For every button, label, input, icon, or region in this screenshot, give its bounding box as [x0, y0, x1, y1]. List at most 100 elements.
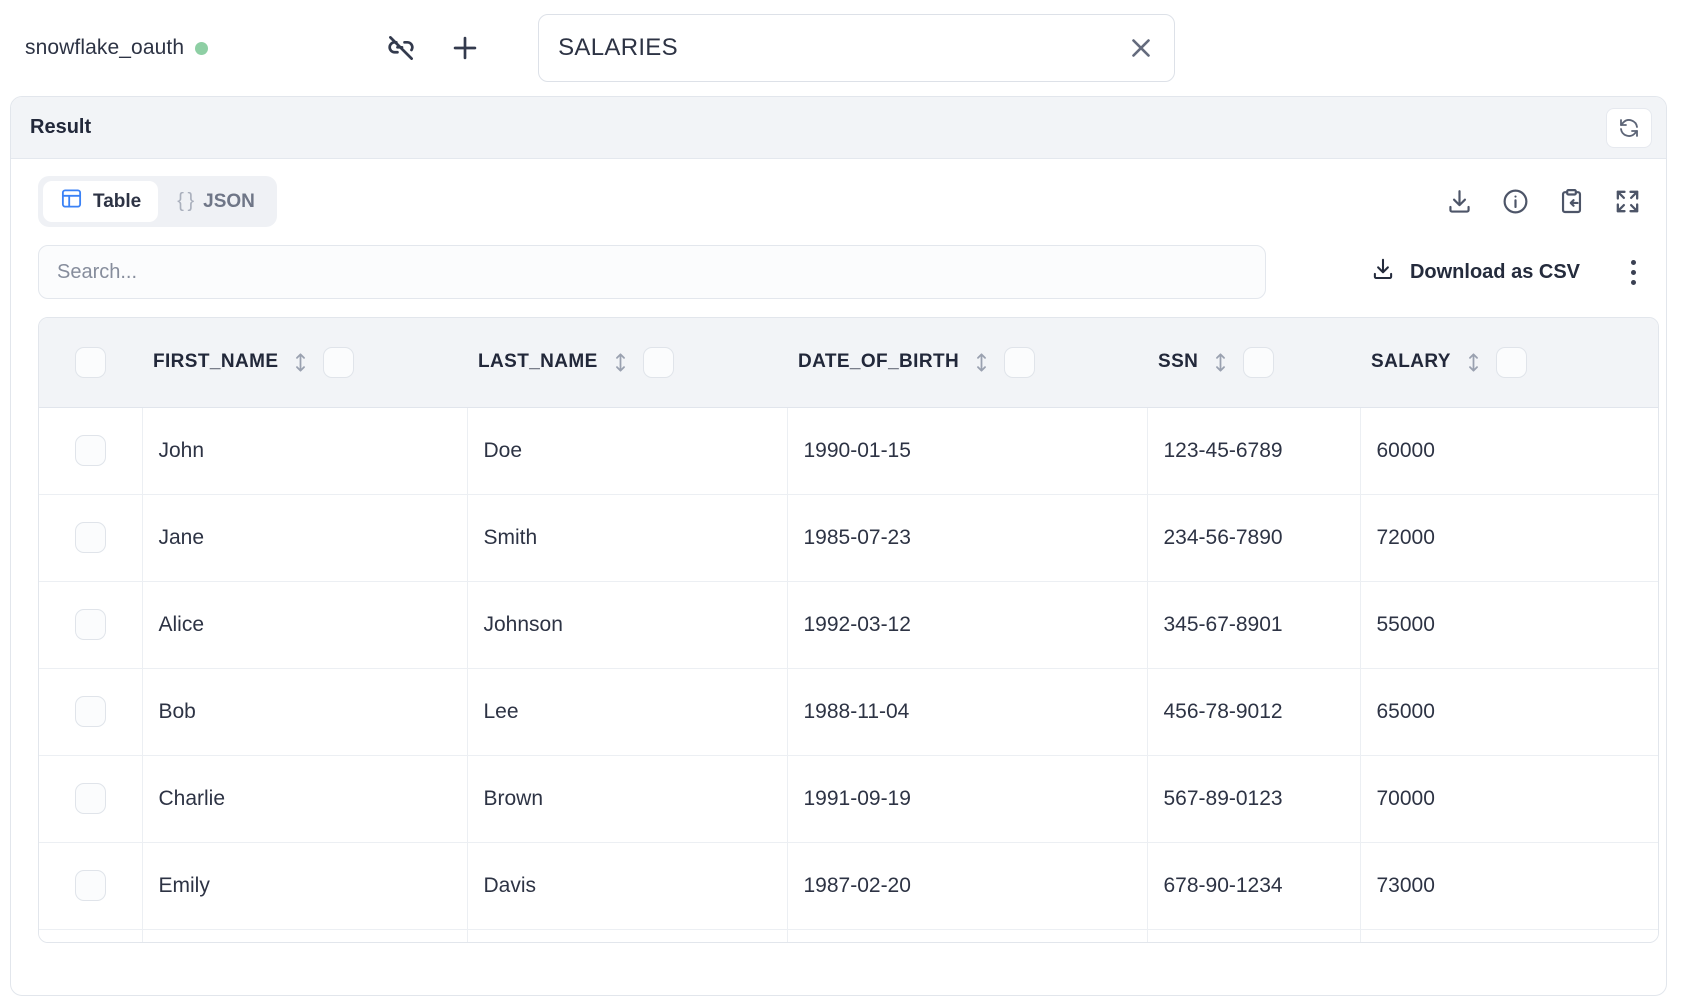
column-label: SALARY [1371, 351, 1451, 373]
column-label: FIRST_NAME [153, 351, 278, 373]
row-checkbox[interactable] [75, 696, 106, 727]
tab-json[interactable]: { } JSON [160, 181, 272, 222]
query-input[interactable]: SALARIES [558, 34, 1116, 62]
unlink-icon[interactable] [384, 31, 418, 65]
row-checkbox[interactable] [75, 783, 106, 814]
cell-date-of-birth: 1985-07-23 [787, 494, 1147, 581]
row-checkbox[interactable] [75, 609, 106, 640]
plus-icon[interactable] [448, 31, 482, 65]
search-input[interactable]: Search... [38, 245, 1266, 299]
cell-ssn: 678-90-1234 [1147, 842, 1360, 929]
column-header-last-name[interactable]: LAST_NAME [467, 318, 787, 407]
row-checkbox[interactable] [75, 435, 106, 466]
table-row[interactable]: John Doe 1990-01-15 123-45-6789 60000 [39, 407, 1658, 494]
cell-last-name: Doe [467, 407, 787, 494]
sort-icon[interactable] [612, 350, 629, 375]
table-row[interactable]: Emily Davis 1987-02-20 678-90-1234 73000 [39, 842, 1658, 929]
cell-ssn: 234-56-7890 [1147, 494, 1360, 581]
info-icon[interactable] [1501, 187, 1530, 216]
column-select-checkbox[interactable] [323, 347, 354, 378]
cell-last-name: Davis [467, 842, 787, 929]
tab-json-label: JSON [203, 191, 255, 213]
cell-ssn: 123-45-6789 [1147, 407, 1360, 494]
column-select-checkbox[interactable] [1004, 347, 1035, 378]
braces-icon: { } [177, 190, 193, 213]
cell-ssn: 567-89-0123 [1147, 755, 1360, 842]
row-checkbox[interactable] [75, 870, 106, 901]
column-header-ssn[interactable]: SSN [1147, 318, 1360, 407]
panel-title: Result [30, 116, 91, 139]
table-row[interactable]: Alice Johnson 1992-03-12 345-67-8901 550… [39, 581, 1658, 668]
row-select-cell [39, 929, 142, 943]
table-body: John Doe 1990-01-15 123-45-6789 60000 Ja… [39, 407, 1658, 943]
row-select-cell [39, 494, 142, 581]
cell-first-name: Bob [142, 668, 467, 755]
cell-last-name: Smith [467, 494, 787, 581]
table-row[interactable]: David Wilson 1983-12-31 789-01-2345 7800… [39, 929, 1658, 943]
kebab-dot [1631, 270, 1636, 275]
row-select-cell [39, 407, 142, 494]
query-input-wrapper[interactable]: SALARIES [538, 14, 1175, 82]
download-csv-button[interactable]: Download as CSV [1370, 256, 1580, 288]
cell-salary: 60000 [1360, 407, 1658, 494]
column-select-checkbox[interactable] [1243, 347, 1274, 378]
cell-date-of-birth: 1988-11-04 [787, 668, 1147, 755]
cell-first-name: Charlie [142, 755, 467, 842]
result-tool-icons [1445, 187, 1646, 216]
view-tabs: Table { } JSON [38, 176, 277, 227]
cell-salary: 78000 [1360, 929, 1658, 943]
cell-first-name: Alice [142, 581, 467, 668]
column-header-date-of-birth[interactable]: DATE_OF_BIRTH [787, 318, 1147, 407]
search-placeholder: Search... [57, 261, 137, 284]
table-header-row: FIRST_NAME LAST_NAME [39, 318, 1658, 407]
result-table-container[interactable]: FIRST_NAME LAST_NAME [38, 317, 1659, 943]
top-bar: snowflake_oauth SALARIES [0, 0, 1682, 96]
cell-first-name: David [142, 929, 467, 943]
sort-icon[interactable] [1212, 350, 1229, 375]
row-select-cell [39, 581, 142, 668]
select-all-checkbox[interactable] [75, 347, 106, 378]
download-csv-label: Download as CSV [1410, 261, 1580, 284]
connection-name: snowflake_oauth [25, 36, 184, 60]
row-checkbox[interactable] [75, 522, 106, 553]
expand-icon[interactable] [1613, 187, 1642, 216]
cell-salary: 65000 [1360, 668, 1658, 755]
search-toolbar: Search... Download as CSV [11, 227, 1666, 299]
connection-status-dot [195, 42, 208, 55]
tab-table-label: Table [93, 191, 141, 213]
table-row[interactable]: Charlie Brown 1991-09-19 567-89-0123 700… [39, 755, 1658, 842]
sort-icon[interactable] [292, 350, 309, 375]
cell-last-name: Wilson [467, 929, 787, 943]
cell-salary: 72000 [1360, 494, 1658, 581]
column-label: DATE_OF_BIRTH [798, 351, 959, 373]
cell-salary: 73000 [1360, 842, 1658, 929]
cell-last-name: Brown [467, 755, 787, 842]
column-select-checkbox[interactable] [643, 347, 674, 378]
result-panel-header: Result [11, 97, 1666, 159]
table-icon [60, 187, 83, 216]
view-toolbar: Table { } JSON [11, 159, 1666, 227]
clipboard-paste-icon[interactable] [1557, 187, 1586, 216]
sort-icon[interactable] [973, 350, 990, 375]
refresh-icon[interactable] [1606, 108, 1652, 148]
table-header: FIRST_NAME LAST_NAME [39, 318, 1658, 407]
download-icon[interactable] [1445, 187, 1474, 216]
sort-icon[interactable] [1465, 350, 1482, 375]
cell-ssn: 345-67-8901 [1147, 581, 1360, 668]
row-select-cell [39, 755, 142, 842]
column-header-first-name[interactable]: FIRST_NAME [142, 318, 467, 407]
cell-date-of-birth: 1991-09-19 [787, 755, 1147, 842]
column-header-salary[interactable]: SALARY [1360, 318, 1658, 407]
cell-first-name: Emily [142, 842, 467, 929]
kebab-menu-icon[interactable] [1620, 252, 1646, 292]
table-row[interactable]: Bob Lee 1988-11-04 456-78-9012 65000 [39, 668, 1658, 755]
kebab-dot [1631, 280, 1636, 285]
column-select-checkbox[interactable] [1496, 347, 1527, 378]
top-bar-actions [384, 31, 482, 65]
table-row[interactable]: Jane Smith 1985-07-23 234-56-7890 72000 [39, 494, 1658, 581]
cell-date-of-birth: 1983-12-31 [787, 929, 1147, 943]
tab-table[interactable]: Table [43, 181, 158, 222]
kebab-dot [1631, 260, 1636, 265]
close-icon[interactable] [1116, 23, 1166, 73]
connection-indicator[interactable]: snowflake_oauth [25, 36, 208, 60]
